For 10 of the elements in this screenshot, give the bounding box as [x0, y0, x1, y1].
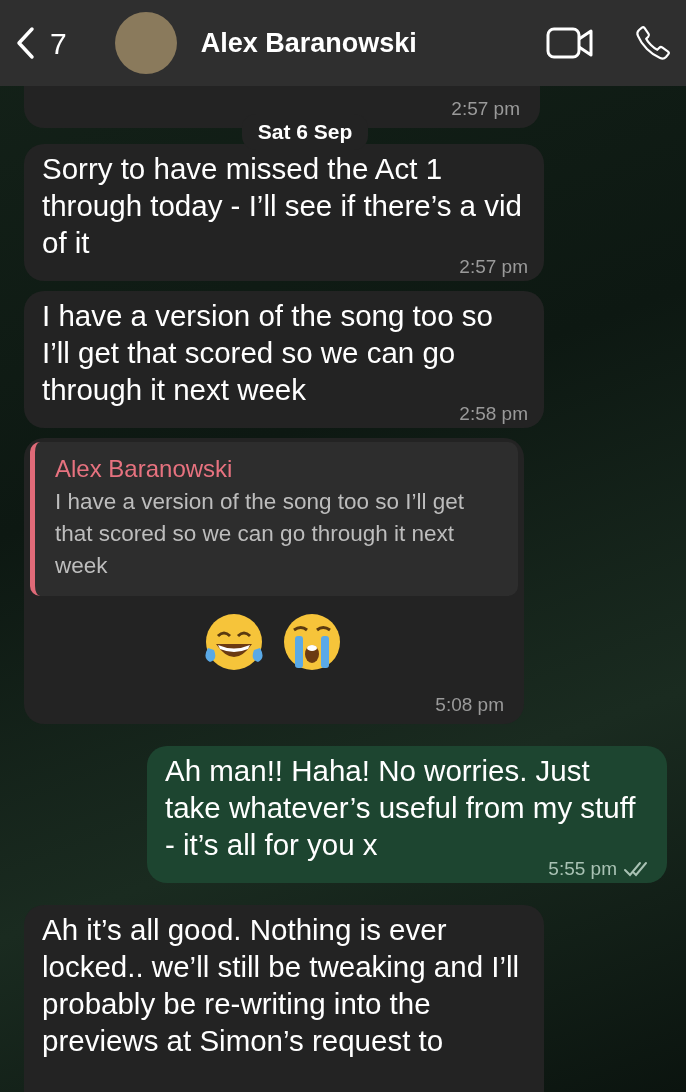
- message-time: 5:08 pm: [435, 693, 504, 715]
- quoted-text: I have a version of the song too so I’ll get that scored so we can go through it next week: [55, 487, 465, 580]
- chevron-left-icon: [14, 26, 36, 60]
- contact-name[interactable]: Alex Baranowski: [200, 22, 506, 64]
- video-call-button[interactable]: [546, 27, 594, 59]
- phone-call-button[interactable]: [634, 24, 672, 62]
- message-text: Ah it’s all good. Nothing is ever locked.. we’ll still be tweaking and I’ll probably be re-writing into the previews at Simon’s request to: [42, 911, 521, 1059]
- message-time: 2:57 pm: [451, 97, 520, 121]
- back-button[interactable]: 7: [14, 20, 67, 66]
- quoted-author: Alex Baranowski: [55, 453, 234, 484]
